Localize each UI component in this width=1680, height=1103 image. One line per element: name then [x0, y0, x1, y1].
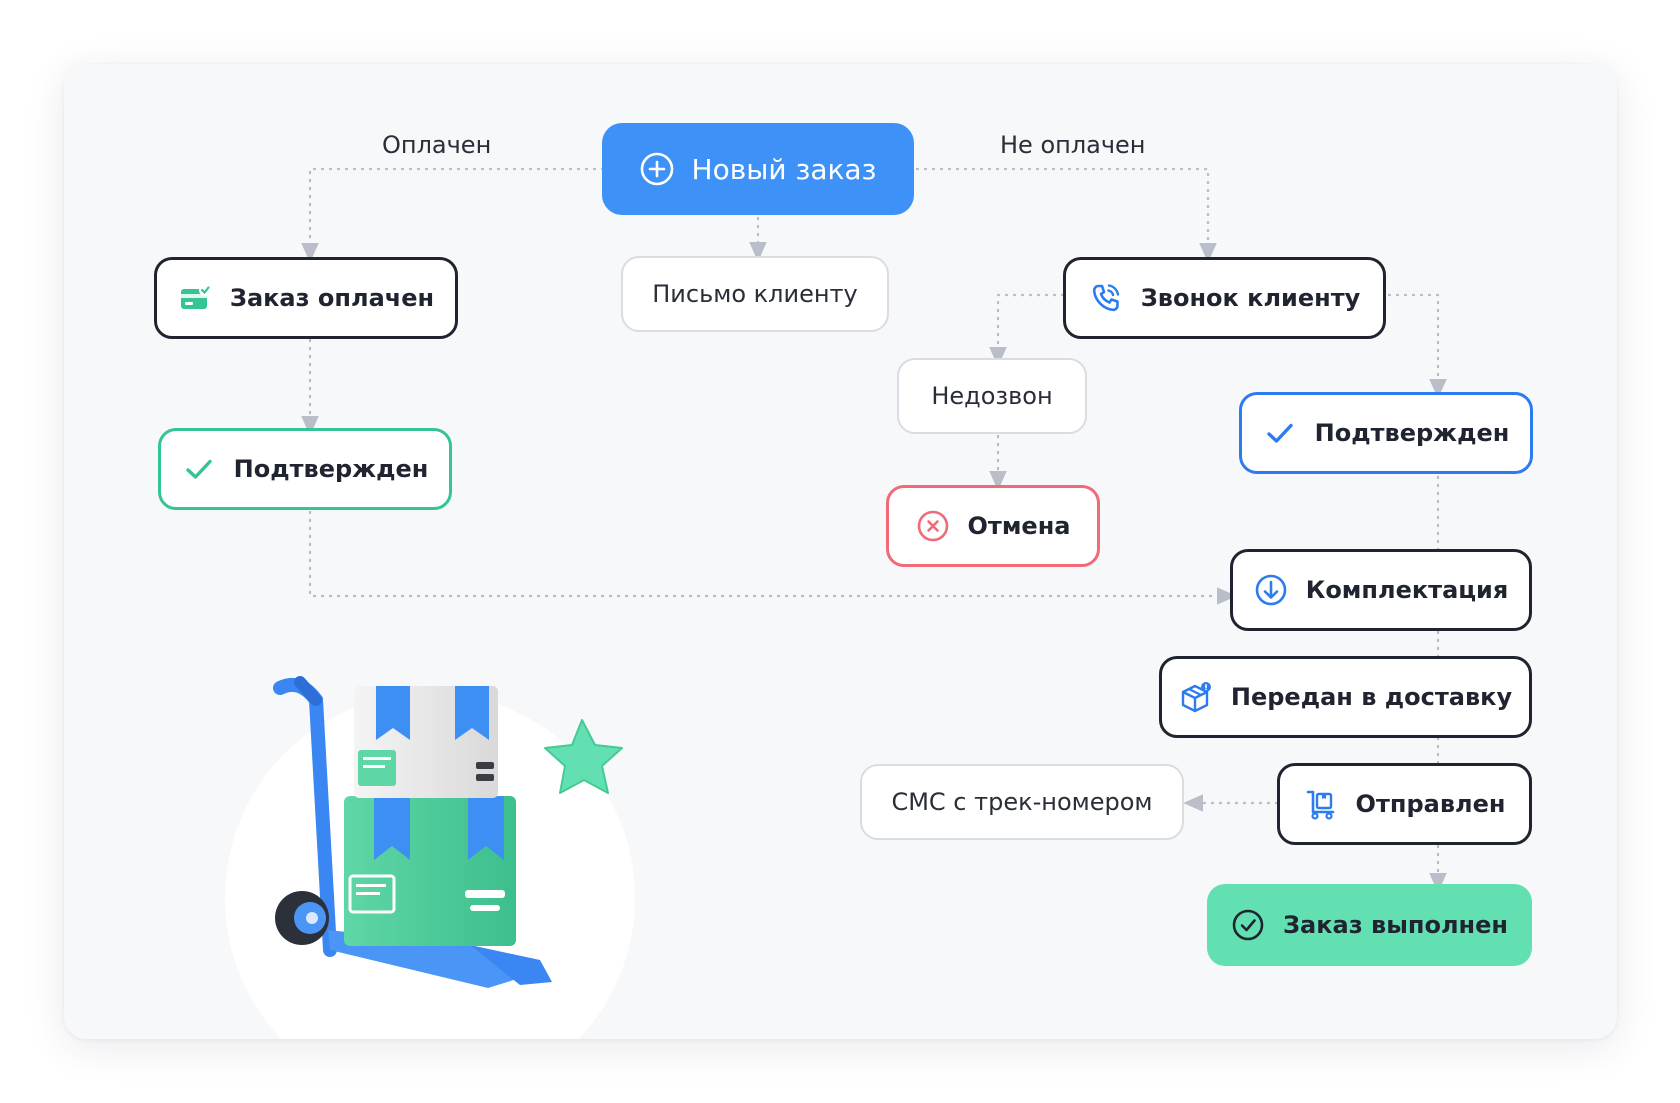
node-confirmed-left-label: Подтвержден — [233, 455, 429, 483]
node-completed-label: Заказ выполнен — [1282, 911, 1508, 939]
node-sent-label: Отправлен — [1355, 790, 1506, 818]
node-sms[interactable]: СМС с трек-номером — [860, 764, 1184, 840]
node-picking[interactable]: Комплектация — [1230, 549, 1532, 631]
label-paid: Оплачен — [382, 131, 492, 159]
download-circle-icon — [1254, 573, 1288, 607]
node-order-paid-label: Заказ оплачен — [229, 284, 435, 312]
node-confirmed-left[interactable]: Подтвержден — [158, 428, 452, 510]
check-icon — [1263, 416, 1297, 450]
node-call[interactable]: Звонок клиенту — [1063, 257, 1386, 339]
label-unpaid: Не оплачен — [1000, 131, 1146, 159]
wallet-check-icon — [178, 281, 212, 315]
node-new-order-label: Новый заказ — [691, 152, 877, 186]
node-sent[interactable]: Отправлен — [1277, 763, 1532, 845]
node-sms-label: СМС с трек-номером — [891, 788, 1153, 816]
cart-box-icon — [1304, 787, 1338, 821]
node-picking-label: Комплектация — [1305, 576, 1509, 604]
node-confirmed-right[interactable]: Подтвержден — [1239, 392, 1533, 474]
x-circle-icon — [916, 509, 950, 543]
node-completed[interactable]: Заказ выполнен — [1207, 884, 1532, 966]
node-cancel[interactable]: Отмена — [886, 485, 1100, 567]
node-no-answer-label: Недозвон — [931, 382, 1053, 410]
node-new-order[interactable]: Новый заказ — [602, 123, 914, 215]
check-icon — [182, 452, 216, 486]
node-call-label: Звонок клиенту — [1140, 284, 1361, 312]
node-letter-label: Письмо клиенту — [652, 280, 858, 308]
node-letter[interactable]: Письмо клиенту — [621, 256, 889, 332]
node-confirmed-right-label: Подтвержден — [1314, 419, 1510, 447]
check-circle-icon — [1231, 908, 1265, 942]
node-no-answer[interactable]: Недозвон — [897, 358, 1087, 434]
node-delivery[interactable]: Передан в доставку — [1159, 656, 1532, 738]
plus-circle-icon — [640, 152, 674, 186]
node-delivery-label: Передан в доставку — [1230, 683, 1513, 711]
package-icon — [1179, 680, 1213, 714]
phone-call-icon — [1089, 281, 1123, 315]
node-cancel-label: Отмена — [967, 512, 1071, 540]
node-order-paid[interactable]: Заказ оплачен — [154, 257, 458, 339]
